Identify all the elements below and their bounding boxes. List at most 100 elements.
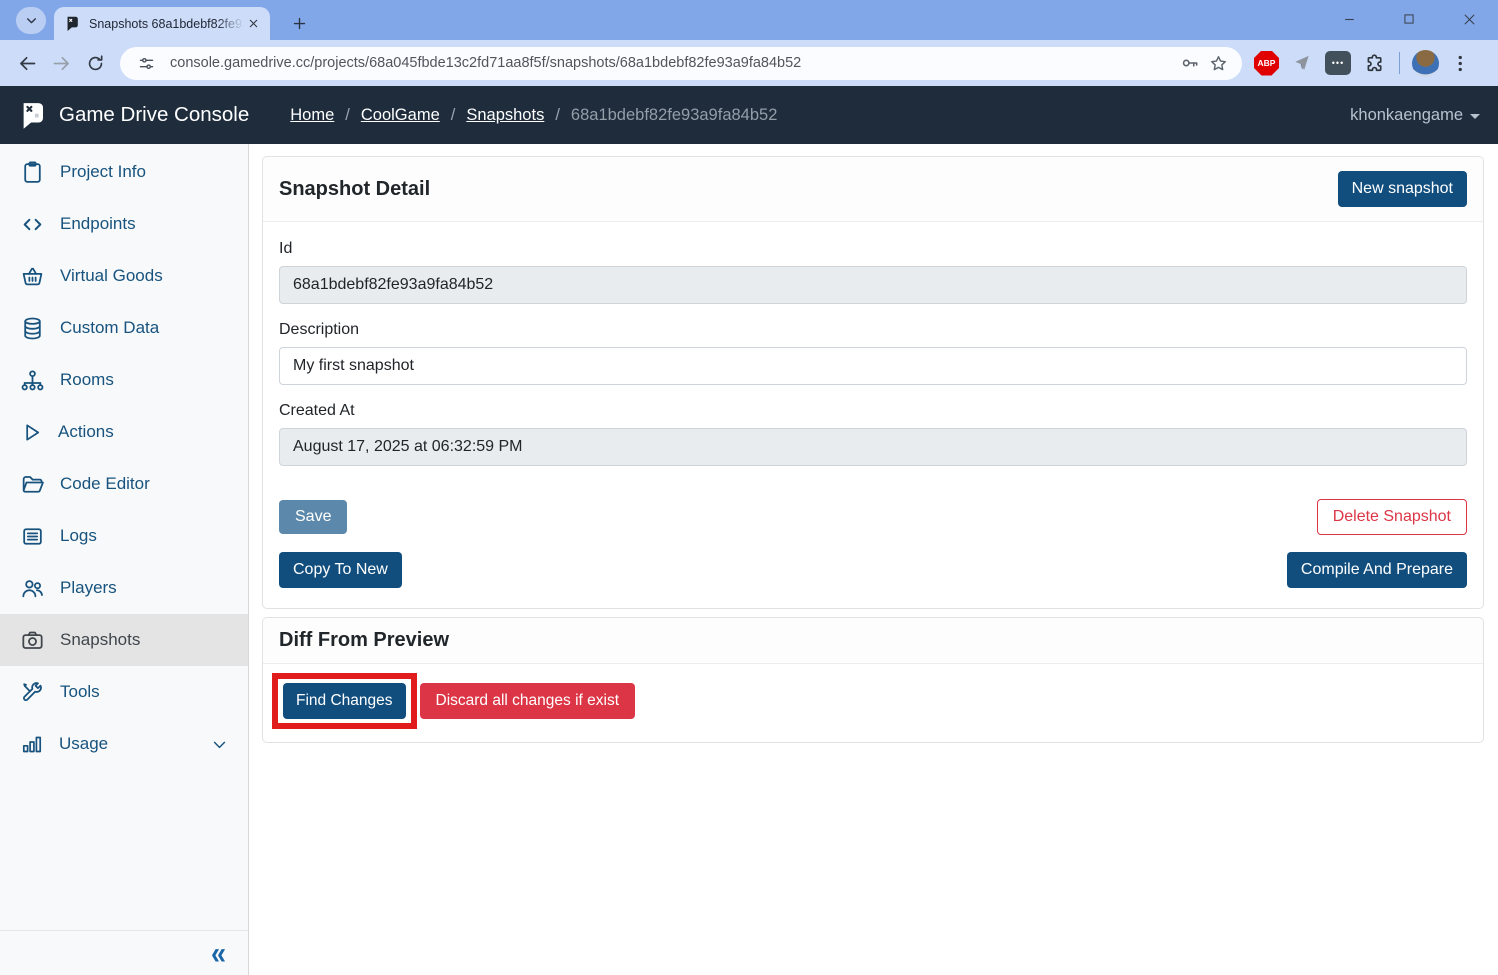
- gamedrive-logo-icon: [18, 100, 48, 130]
- extension-cluster: ABP •••: [1254, 50, 1471, 77]
- sidebar-item-label: Virtual Goods: [60, 266, 163, 286]
- copy-to-new-button[interactable]: Copy To New: [279, 552, 402, 588]
- diff-from-preview-card: Diff From Preview Find Changes Discard a…: [262, 617, 1484, 743]
- browser-tab[interactable]: Snapshots 68a1bdebf82fe93a9f: [54, 7, 270, 40]
- sidebar-item-label: Usage: [59, 734, 108, 754]
- browser-menu-kebab-icon[interactable]: [1449, 50, 1471, 76]
- breadcrumb: Home / CoolGame / Snapshots / 68a1bdebf8…: [290, 106, 777, 125]
- password-manager-extension-icon[interactable]: •••: [1325, 51, 1351, 75]
- sidebar-item-endpoints[interactable]: Endpoints: [0, 198, 248, 250]
- breadcrumb-project[interactable]: CoolGame: [361, 106, 440, 125]
- sidebar-item-custom-data[interactable]: Custom Data: [0, 302, 248, 354]
- brand[interactable]: Game Drive Console: [18, 100, 249, 130]
- site-settings-icon[interactable]: [132, 49, 160, 77]
- password-key-icon[interactable]: [1176, 49, 1204, 77]
- breadcrumb-current-id: 68a1bdebf82fe93a9fa84b52: [571, 106, 777, 125]
- plus-icon: [292, 16, 307, 31]
- extensions-puzzle-icon[interactable]: [1361, 50, 1387, 76]
- people-icon: [20, 576, 45, 601]
- browser-toolbar: console.gamedrive.cc/projects/68a045fbde…: [0, 40, 1498, 86]
- toolbar-divider: [1399, 52, 1400, 74]
- forward-arrow-icon: [51, 53, 72, 74]
- window-close-button[interactable]: [1454, 4, 1484, 34]
- sidebar-item-label: Project Info: [60, 162, 146, 182]
- main-content: Snapshot Detail New snapshot Id Descript…: [249, 144, 1498, 975]
- back-arrow-icon: [17, 53, 38, 74]
- back-button[interactable]: [10, 46, 44, 80]
- description-label: Description: [279, 321, 1467, 339]
- created-at-field: [279, 428, 1467, 466]
- bookmark-star-icon[interactable]: [1204, 49, 1232, 77]
- camera-icon: [20, 628, 45, 653]
- sitemap-icon: [20, 368, 45, 393]
- sidebar-item-players[interactable]: Players: [0, 562, 248, 614]
- user-name: khonkaengame: [1350, 106, 1463, 125]
- snapshot-detail-card: Snapshot Detail New snapshot Id Descript…: [262, 156, 1484, 609]
- profile-avatar[interactable]: [1412, 50, 1439, 77]
- created-at-label: Created At: [279, 402, 1467, 420]
- breadcrumb-separator: /: [345, 106, 350, 125]
- app-navbar: Game Drive Console Home / CoolGame / Sna…: [0, 86, 1498, 144]
- tab-title: Snapshots 68a1bdebf82fe93a9f: [89, 17, 244, 31]
- reload-button[interactable]: [78, 46, 112, 80]
- chevron-down-icon: [25, 14, 38, 27]
- url-bar[interactable]: console.gamedrive.cc/projects/68a045fbde…: [120, 47, 1242, 80]
- sidebar-item-snapshots[interactable]: Snapshots: [0, 614, 248, 666]
- code-icon: [20, 212, 45, 237]
- diff-from-preview-header: Diff From Preview: [263, 618, 1483, 664]
- sidebar-item-label: Tools: [60, 682, 100, 702]
- tools-icon: [20, 680, 45, 705]
- sidebar-item-virtual-goods[interactable]: Virtual Goods: [0, 250, 248, 302]
- sidebar-item-label: Logs: [60, 526, 97, 546]
- clipboard-icon: [20, 160, 45, 185]
- sidebar-item-project-info[interactable]: Project Info: [0, 146, 248, 198]
- compile-and-prepare-button[interactable]: Compile And Prepare: [1287, 552, 1467, 588]
- sidebar-item-logs[interactable]: Logs: [0, 510, 248, 562]
- reload-icon: [86, 54, 105, 73]
- breadcrumb-separator: /: [555, 106, 560, 125]
- window-minimize-button[interactable]: [1334, 4, 1364, 34]
- diff-from-preview-title: Diff From Preview: [279, 629, 449, 652]
- find-changes-button[interactable]: Find Changes: [283, 683, 406, 719]
- tab-close-icon[interactable]: [244, 15, 262, 33]
- maximize-icon: [1402, 12, 1416, 26]
- new-tab-button[interactable]: [286, 10, 312, 36]
- sidebar-item-actions[interactable]: Actions: [0, 406, 248, 458]
- save-button[interactable]: Save: [279, 500, 347, 534]
- breadcrumb-snapshots[interactable]: Snapshots: [466, 106, 544, 125]
- page-title: Snapshot Detail: [279, 178, 430, 201]
- sidebar-item-label: Custom Data: [60, 318, 159, 338]
- sidebar: Project Info Endpoints Virtual Goods Cus…: [0, 144, 249, 975]
- url-text[interactable]: console.gamedrive.cc/projects/68a045fbde…: [170, 55, 1176, 71]
- close-icon: [1462, 12, 1477, 27]
- sidebar-item-usage[interactable]: Usage: [0, 718, 248, 770]
- caret-down-icon: [1470, 114, 1480, 119]
- forward-button[interactable]: [44, 46, 78, 80]
- snapshot-detail-header: Snapshot Detail New snapshot: [263, 157, 1483, 222]
- basket-icon: [20, 264, 45, 289]
- diff-from-preview-body: Find Changes Discard all changes if exis…: [263, 664, 1483, 742]
- sidebar-item-code-editor[interactable]: Code Editor: [0, 458, 248, 510]
- id-field: [279, 266, 1467, 304]
- adblock-extension-icon[interactable]: ABP: [1254, 51, 1279, 76]
- window-controls: [1334, 4, 1484, 34]
- breadcrumb-separator: /: [451, 106, 456, 125]
- user-menu[interactable]: khonkaengame: [1350, 106, 1480, 125]
- window-maximize-button[interactable]: [1394, 4, 1424, 34]
- sidebar-item-label: Snapshots: [60, 630, 140, 650]
- folder-icon: [20, 472, 45, 497]
- new-snapshot-button[interactable]: New snapshot: [1338, 171, 1467, 207]
- discard-all-changes-button[interactable]: Discard all changes if exist: [420, 683, 636, 719]
- sidebar-item-label: Code Editor: [60, 474, 150, 494]
- sidebar-item-label: Rooms: [60, 370, 114, 390]
- sidebar-item-label: Players: [60, 578, 117, 598]
- delete-snapshot-button[interactable]: Delete Snapshot: [1317, 499, 1467, 535]
- tab-search-button[interactable]: [16, 7, 46, 34]
- collapse-sidebar-icon[interactable]: «: [211, 937, 226, 968]
- sidebar-item-tools[interactable]: Tools: [0, 666, 248, 718]
- red-annotation-highlight: Find Changes: [272, 673, 417, 729]
- paper-plane-extension-icon[interactable]: [1289, 50, 1315, 76]
- sidebar-item-rooms[interactable]: Rooms: [0, 354, 248, 406]
- description-field[interactable]: [279, 347, 1467, 385]
- breadcrumb-home[interactable]: Home: [290, 106, 334, 125]
